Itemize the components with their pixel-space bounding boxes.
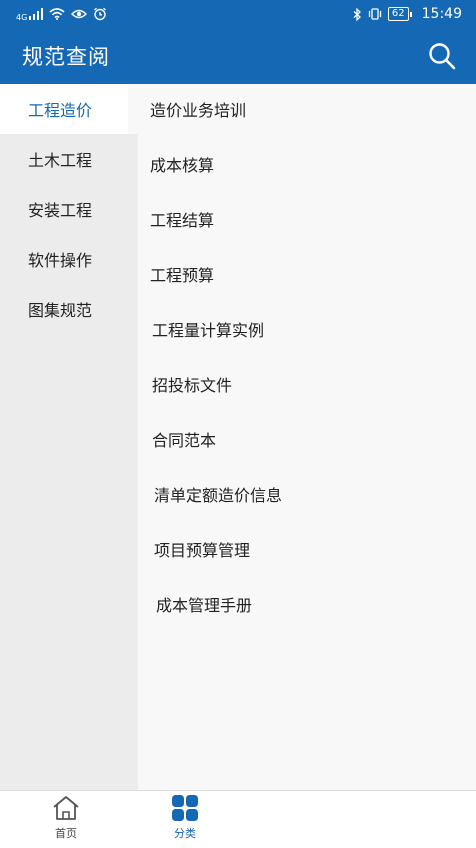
network-type-label: 4G: [16, 12, 28, 22]
search-button[interactable]: [424, 38, 460, 74]
list-item-label: 合同范本: [152, 431, 217, 450]
tab-label: 分类: [174, 827, 196, 840]
page-title: 规范查阅: [22, 45, 110, 69]
sidebar-item-label: 软件操作: [28, 251, 93, 270]
sidebar-item-label: 图集规范: [28, 301, 93, 320]
vibrate-icon: [368, 8, 382, 20]
status-time: 15:49: [421, 6, 462, 22]
bottom-tab-bar: 首页 分类: [0, 790, 476, 848]
list-item[interactable]: 合同范本: [152, 424, 216, 454]
tab-label: 首页: [55, 827, 77, 840]
battery-indicator: 62: [387, 7, 412, 21]
list-item[interactable]: 成本核算: [150, 149, 214, 179]
battery-level: 62: [387, 7, 409, 21]
list-item[interactable]: 清单定额造价信息: [154, 479, 282, 509]
list-item[interactable]: 工程预算: [150, 259, 214, 289]
app-screen: 4G 62 15:49 规范查阅 工程造价 土木工程 安装工程 软件操作 图集规…: [0, 0, 476, 848]
active-connector: [128, 84, 138, 134]
sidebar-item-label: 土木工程: [28, 151, 93, 170]
signal-icon: [29, 8, 44, 20]
sidebar-item-civil-engineering[interactable]: 土木工程: [0, 134, 138, 184]
home-icon: [53, 796, 79, 820]
alarm-icon: [94, 7, 107, 21]
list-item-label: 工程量计算实例: [152, 321, 265, 340]
list-item[interactable]: 招投标文件: [152, 369, 232, 399]
list-item[interactable]: 项目预算管理: [154, 534, 250, 564]
category-grid-icon: [172, 795, 198, 821]
battery-cap: [409, 11, 412, 17]
list-item-label: 成本核算: [150, 156, 215, 175]
list-item-label: 清单定额造价信息: [154, 486, 283, 505]
tab-home[interactable]: 首页: [26, 795, 106, 845]
tab-category[interactable]: 分类: [145, 795, 225, 845]
list-item-label: 招投标文件: [152, 376, 233, 395]
list-item[interactable]: 工程量计算实例: [152, 314, 264, 344]
list-item[interactable]: 工程结算: [150, 204, 214, 234]
eye-icon: [71, 9, 88, 19]
wifi-icon: [49, 8, 65, 20]
sidebar-item-atlas-standards[interactable]: 图集规范: [0, 284, 138, 334]
status-right: 62 15:49: [353, 6, 462, 22]
status-left: 4G: [16, 7, 107, 22]
search-icon: [429, 43, 456, 70]
sidebar-item-installation-engineering[interactable]: 安装工程: [0, 184, 138, 234]
list-item[interactable]: 成本管理手册: [156, 589, 252, 619]
sidebar-item-cost-engineering[interactable]: 工程造价: [0, 84, 128, 134]
list-item[interactable]: 造价业务培训: [150, 94, 246, 124]
bluetooth-icon: [353, 7, 361, 21]
list-item-label: 成本管理手册: [156, 596, 253, 615]
sidebar-item-software-operation[interactable]: 软件操作: [0, 234, 138, 284]
list-item-label: 造价业务培训: [150, 101, 247, 120]
status-bar: 4G 62 15:49: [0, 0, 476, 28]
sidebar-item-label: 工程造价: [28, 101, 93, 120]
list-item-label: 项目预算管理: [154, 541, 251, 560]
sidebar-item-label: 安装工程: [28, 201, 93, 220]
list-item-label: 工程预算: [150, 266, 215, 285]
list-item-label: 工程结算: [150, 211, 215, 230]
app-header: 规范查阅: [0, 28, 476, 84]
